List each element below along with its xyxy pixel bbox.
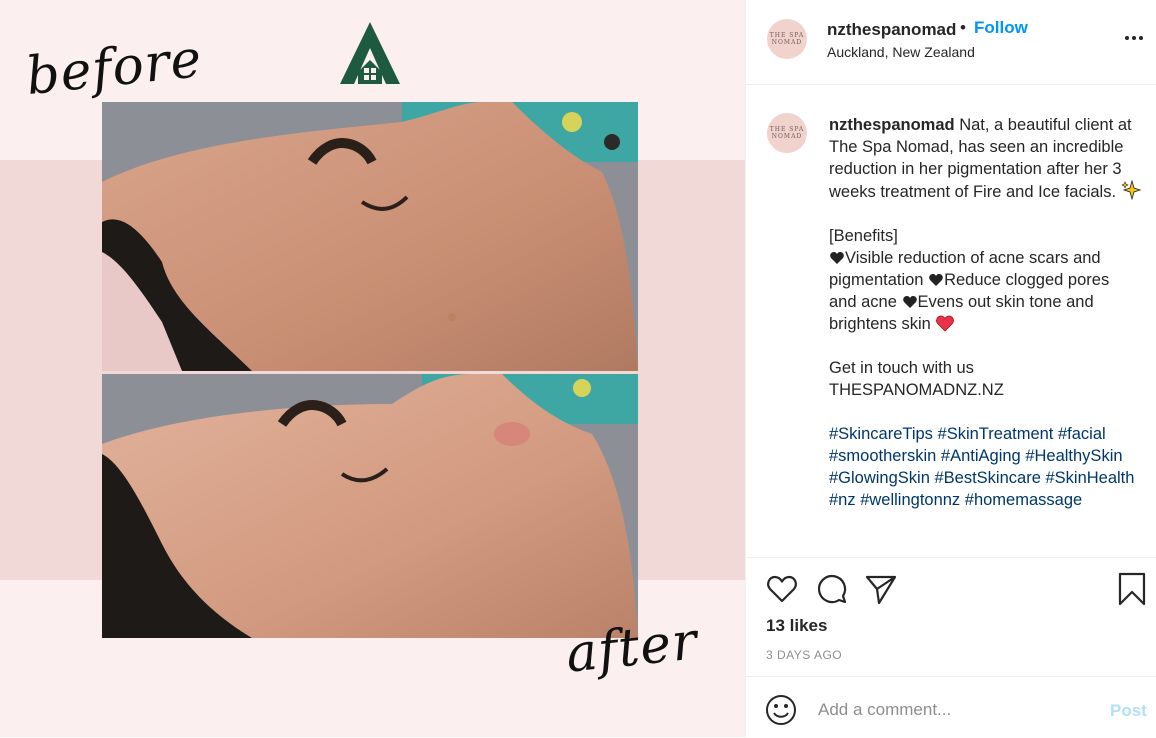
caption: nzthespanomad Nat, a beautiful client at… xyxy=(829,114,1141,511)
separator-dot: • xyxy=(960,18,966,37)
benefits-list: Visible reduction of acne scars and pigm… xyxy=(829,247,1141,335)
heart-icon[interactable] xyxy=(765,572,799,606)
avatar[interactable]: THE SPA NOMAD xyxy=(767,19,807,59)
post-image[interactable]: before after xyxy=(0,0,745,737)
benefits-heading: [Benefits] xyxy=(829,227,898,245)
hashtag-link[interactable]: #SkincareTips xyxy=(829,425,933,443)
likes-count[interactable]: 13 likes xyxy=(766,616,827,636)
caption-area[interactable]: THE SPA NOMAD nzthespanomad Nat, a beaut… xyxy=(746,85,1156,558)
bookmark-icon[interactable] xyxy=(1115,572,1149,606)
share-icon[interactable] xyxy=(864,572,898,606)
black-heart-icon xyxy=(830,252,844,264)
contact-line: Get in touch with us xyxy=(829,359,974,377)
location-link[interactable]: Auckland, New Zealand xyxy=(827,44,975,60)
after-label: after xyxy=(563,611,701,685)
comment-bar: Post xyxy=(746,676,1156,738)
heart-with-ribbon-icon xyxy=(936,315,955,332)
logo-a-house-icon xyxy=(340,22,400,84)
hashtag-link[interactable]: #GlowingSkin xyxy=(829,469,930,487)
sparkles-icon xyxy=(1120,180,1141,200)
more-options-icon[interactable] xyxy=(1122,26,1146,50)
emoji-smile-icon[interactable] xyxy=(765,694,797,726)
hashtag-link[interactable]: #SkinHealth xyxy=(1045,469,1134,487)
post-comment-button[interactable]: Post xyxy=(1110,701,1147,721)
caption-avatar[interactable]: THE SPA NOMAD xyxy=(767,113,807,153)
action-bar xyxy=(746,558,1156,618)
comment-input[interactable] xyxy=(816,695,1100,725)
before-photo xyxy=(102,102,638,371)
black-heart-icon xyxy=(929,274,943,286)
before-label: before xyxy=(23,28,205,108)
post-side-panel: THE SPA NOMAD nzthespanomad • Follow Auc… xyxy=(745,0,1156,737)
hashtag-link[interactable]: #SkinTreatment xyxy=(938,425,1054,443)
hashtag-link[interactable]: #nz xyxy=(829,491,856,509)
follow-button[interactable]: Follow xyxy=(974,18,1028,38)
username-link[interactable]: nzthespanomad xyxy=(827,20,956,40)
comment-icon[interactable] xyxy=(815,572,849,606)
hashtag-link[interactable]: #HealthySkin xyxy=(1025,447,1122,465)
caption-intro: nzthespanomad Nat, a beautiful client at… xyxy=(829,114,1141,203)
hashtag-link[interactable]: #BestSkincare xyxy=(934,469,1040,487)
hashtag-link[interactable]: #homemassage xyxy=(965,491,1082,509)
after-photo xyxy=(102,374,638,638)
black-heart-icon xyxy=(902,296,917,308)
hashtag-link[interactable]: #wellingtonnz xyxy=(860,491,960,509)
hashtag-list: #SkincareTips #SkinTreatment #facial #sm… xyxy=(829,423,1141,511)
website-text: THESPANOMADNZ.NZ xyxy=(829,381,1004,399)
hashtag-link[interactable]: #AntiAging xyxy=(941,447,1021,465)
hashtag-link[interactable]: #facial xyxy=(1058,425,1106,443)
post-header: THE SPA NOMAD nzthespanomad • Follow Auc… xyxy=(746,0,1156,85)
post-timestamp[interactable]: 3 DAYS AGO xyxy=(766,648,842,662)
hashtag-link[interactable]: #smootherskin xyxy=(829,447,936,465)
caption-username[interactable]: nzthespanomad xyxy=(829,116,955,134)
